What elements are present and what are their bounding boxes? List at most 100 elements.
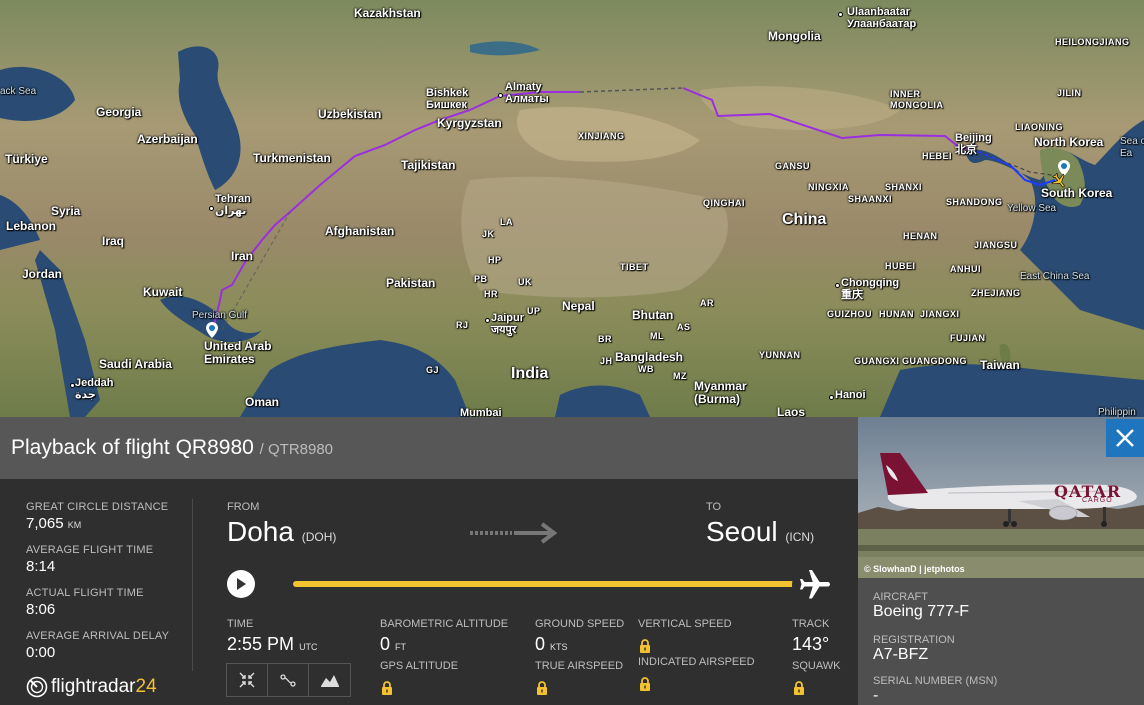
map-label-north-korea: North Korea (1034, 135, 1104, 149)
map-label-india: India (511, 365, 549, 382)
map-label-chongqing: Chongqing (841, 277, 900, 289)
origin-pin-icon[interactable] (206, 322, 218, 338)
track-label: TRACK (792, 618, 830, 630)
squawk-lock-icon[interactable] (793, 681, 805, 695)
route-icon (280, 674, 296, 687)
time-unit: UTC (299, 642, 318, 652)
aircraft-position-icon[interactable] (1050, 172, 1068, 190)
baro-alt-unit: FT (395, 642, 407, 652)
true-airspeed-lock-icon[interactable] (536, 681, 548, 695)
mountain-chart-icon (320, 675, 339, 687)
map-label-liaoning: LIAONING (1015, 122, 1063, 132)
time-value-text: 2:55 PM (227, 634, 295, 654)
map-label-rj: RJ (456, 320, 469, 330)
map-label-lebanon: Lebanon (6, 219, 56, 233)
city-dot-tehran (209, 206, 214, 211)
map-label-tehran: Tehran (215, 193, 251, 205)
map-label-sea-of-japan: Sea o Ea (1120, 136, 1144, 159)
map-label-hunan: HUNAN (879, 309, 914, 319)
play-icon (237, 578, 246, 590)
flight-map[interactable]: Kazakhstan Mongolia Ulaanbaatar Улаанбаа… (0, 0, 1144, 417)
map-label-bangladesh: Bangladesh (615, 350, 684, 364)
close-button[interactable] (1106, 419, 1144, 457)
stat-label: GREAT CIRCLE DISTANCE (26, 501, 169, 513)
panel-header: Playback of flight QR8980 / QTR8980 (0, 417, 858, 479)
ground-speed-label: GROUND SPEED (535, 618, 625, 630)
route-toggle-button[interactable] (268, 664, 309, 696)
stat-label: AVERAGE FLIGHT TIME (26, 544, 154, 556)
to-code: (ICN) (785, 530, 815, 544)
serial-number-label: SERIAL NUMBER (MSN) (873, 675, 998, 687)
caspian-sea (178, 46, 241, 190)
fit-route-button[interactable] (227, 664, 268, 696)
map-label-georgia: Georgia (96, 105, 142, 119)
map-label-xinjiang: XINJIANG (578, 131, 625, 141)
map-label-ml: ML (650, 331, 664, 341)
playback-progress-bar[interactable] (293, 581, 811, 587)
map-label-black-sea: ack Sea (0, 86, 37, 97)
bay-of-bengal (555, 385, 650, 417)
altitude-graph-button[interactable] (309, 664, 350, 696)
map-label-pakistan: Pakistan (386, 276, 436, 290)
map-label-syria: Syria (51, 204, 81, 218)
aircraft-photo[interactable]: QATAR CARGO © SlowhanD | jetphotos (858, 417, 1144, 578)
play-button[interactable] (227, 570, 255, 598)
photo-credit[interactable]: © SlowhanD | jetphotos (864, 564, 965, 574)
vertical-speed-lock-icon[interactable] (639, 639, 651, 653)
baro-alt-label: BAROMETRIC ALTITUDE (380, 618, 509, 630)
map-label-philippines: Philippin (1098, 407, 1136, 418)
registration-label: REGISTRATION (873, 634, 955, 646)
map-label-bishkek-local: Бишкек (426, 99, 467, 111)
map-label-saudi-arabia: Saudi Arabia (99, 357, 172, 371)
map-label-uzbekistan: Uzbekistan (318, 107, 382, 121)
close-icon (1116, 429, 1134, 447)
map-label-gansu: GANSU (775, 161, 811, 171)
gps-alt-lock-icon[interactable] (381, 681, 393, 695)
map-label-almaty: Almaty (505, 81, 542, 93)
map-label-jeddah: Jeddah (75, 377, 114, 389)
indicated-airspeed-lock-icon[interactable] (639, 677, 651, 691)
stat-value: 8:14 (26, 558, 56, 575)
map-label-up: UP (527, 306, 541, 316)
map-label-kazakhstan: Kazakhstan (354, 6, 421, 20)
playback-plane-handle[interactable] (792, 565, 838, 605)
map-terrain (0, 41, 1144, 417)
map-label-taiwan: Taiwan (980, 358, 1020, 372)
radar-logo-icon (26, 676, 48, 698)
map-label-shandong: SHANDONG (946, 197, 1003, 207)
vertical-speed-label: VERTICAL SPEED (638, 618, 732, 630)
map-label-beijing-local: 北京 (955, 144, 977, 156)
map-label-turkmenistan: Turkmenistan (253, 151, 331, 165)
stat-value: 7,065 KM (26, 515, 168, 532)
stat-value-number: 7,065 (26, 515, 64, 532)
map-label-east-china-sea: East China Sea (1020, 271, 1090, 282)
route-arrow-icon (470, 522, 558, 544)
to-city: Seoul (706, 516, 778, 547)
map-label-zhejiang: ZHEJIANG (971, 288, 1021, 298)
map-label-tibet: TIBET (620, 262, 649, 272)
map-tool-buttons (226, 663, 351, 697)
flightradar24-logo[interactable]: flightradar 24 (26, 676, 157, 698)
flight-route-gap (579, 87, 684, 93)
stat-great-circle-distance: GREAT CIRCLE DISTANCE 7,065 KM (26, 501, 168, 532)
ground-speed-value: 0 KTS (535, 634, 568, 655)
stat-actual-flight-time: ACTUAL FLIGHT TIME 8:06 (26, 587, 144, 618)
ground-speed-number: 0 (535, 634, 546, 654)
city-dot-chongqing (835, 283, 840, 288)
map-label-myanmar: Myanmar (Burma) (694, 379, 747, 406)
map-label-guangxi: GUANGXI (854, 356, 900, 366)
baro-alt-number: 0 (380, 634, 391, 654)
airplane-icon (800, 570, 830, 599)
map-label-la: LA (500, 217, 513, 227)
map-label-hubei: HUBEI (885, 261, 916, 271)
indicated-airspeed-label: INDICATED AIRSPEED (638, 656, 755, 668)
map-label-guizhou: GUIZHOU (827, 309, 872, 319)
map-label-ar: AR (700, 298, 714, 308)
from-city: Doha (227, 516, 294, 547)
time-value: 2:55 PM UTC (227, 634, 318, 655)
panel-divider (192, 499, 193, 671)
map-label-inner-mongolia: INNER MONGOLIA (890, 89, 944, 110)
flight-title: Playback of flight QR8980 / QTR8980 (11, 436, 333, 460)
gps-alt-label: GPS ALTITUDE (380, 660, 459, 672)
map-label-persian-gulf: Persian Gulf (192, 310, 248, 321)
